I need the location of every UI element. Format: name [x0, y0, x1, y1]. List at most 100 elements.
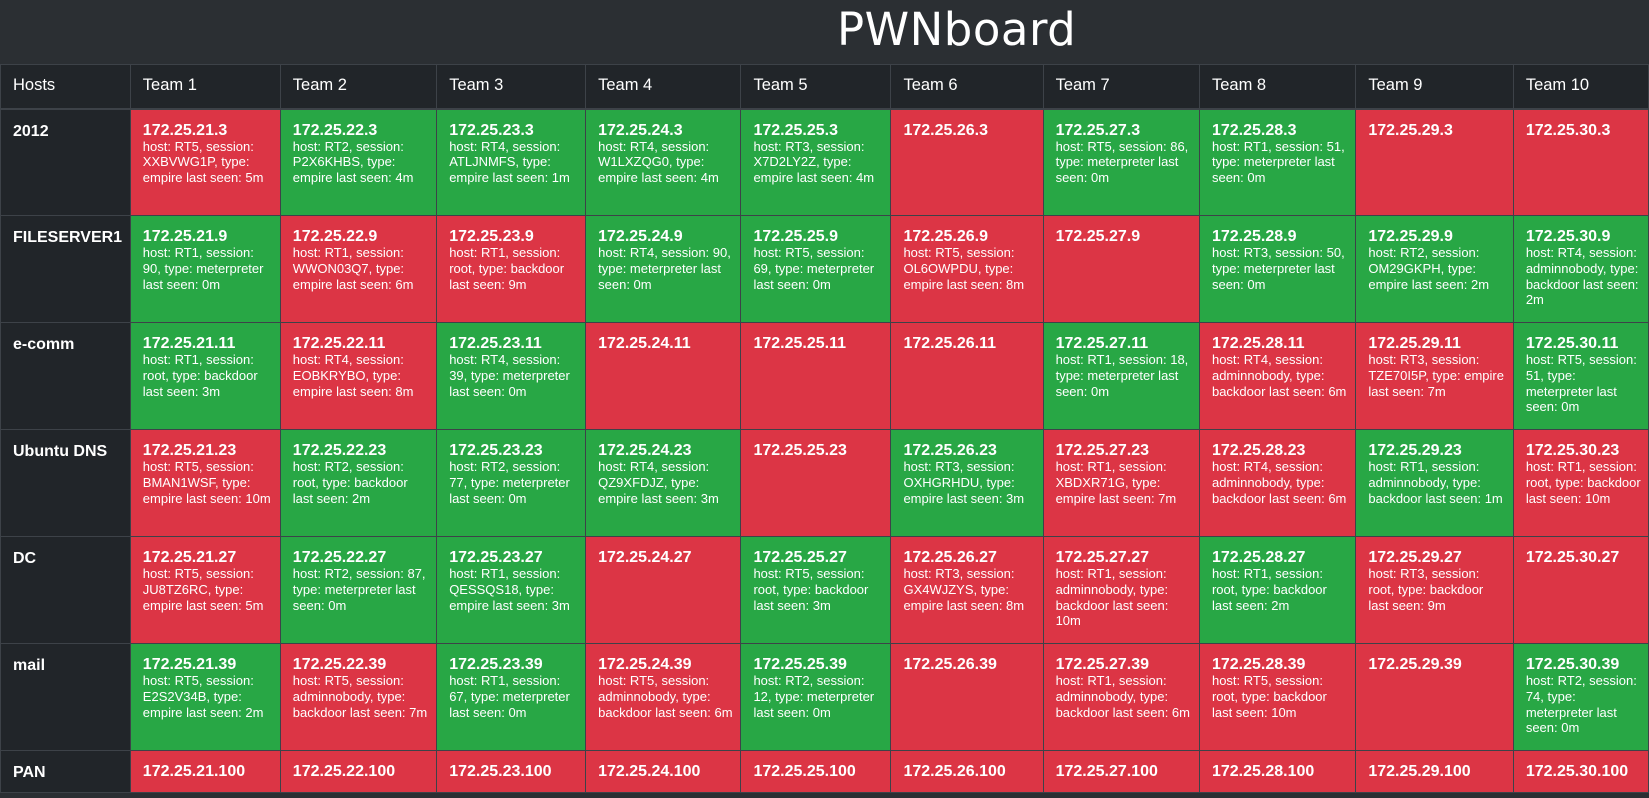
host-ip: 172.25.29.100: [1368, 763, 1471, 780]
host-ip: 172.25.29.11: [1368, 335, 1461, 352]
host-ip: 172.25.28.23: [1211, 442, 1306, 459]
host-cell[interactable]: 172.25.25.100: [740, 750, 892, 793]
host-ip: 172.25.27.11: [1055, 335, 1149, 352]
host-cell[interactable]: 172.25.25.23: [740, 429, 892, 537]
host-cell[interactable]: 172.25.21.100: [129, 750, 281, 793]
host-cell[interactable]: 172.25.22.27 host: RT2, session: 87, type…: [279, 536, 438, 644]
host-cell[interactable]: 172.25.26.11: [890, 322, 1044, 430]
host-cell[interactable]: 172.25.21.11 host: RT1, session: root, ty…: [129, 322, 281, 430]
host-cell[interactable]: 172.25.23.39 host: RT1, session: 67, type…: [436, 643, 587, 751]
host-cell[interactable]: 172.25.22.9 host: RT1, session: WWON03Q7,…: [279, 215, 438, 323]
host-cell[interactable]: 172.25.23.3 host: RT4, session: ATLJNMFS,…: [436, 108, 587, 216]
host-cell[interactable]: 172.25.24.11: [585, 322, 742, 430]
host-cell[interactable]: 172.25.29.3: [1355, 108, 1514, 216]
host-cell[interactable]: 172.25.24.100: [585, 750, 742, 793]
session-info: host: RT5, session: adminnobody, type: b…: [292, 673, 428, 720]
host-cell[interactable]: 172.25.30.27: [1512, 536, 1649, 644]
host-ip: 172.25.27.9: [1055, 228, 1141, 245]
host-cell[interactable]: 172.25.28.39 host: RT5, session: root, ty…: [1198, 643, 1357, 751]
column-header-team: Team 8: [1198, 64, 1357, 110]
host-cell[interactable]: 172.25.24.3 host: RT4, session: W1LXZQG0,…: [585, 108, 742, 216]
host-cell[interactable]: 172.25.25.39 host: RT2, session: 12, type…: [740, 643, 892, 751]
host-cell[interactable]: 172.25.28.11 host: RT4, session: adminnob…: [1198, 322, 1357, 430]
host-cell[interactable]: 172.25.27.27 host: RT1, session: adminnob…: [1042, 536, 1200, 644]
host-cell[interactable]: 172.25.30.9 host: RT4, session: adminnobo…: [1512, 215, 1649, 323]
host-cell[interactable]: 172.25.22.23 host: RT2, session: root, ty…: [279, 429, 438, 537]
host-cell[interactable]: 172.25.26.3: [890, 108, 1044, 216]
host-cell[interactable]: 172.25.28.23 host: RT4, session: adminnob…: [1198, 429, 1357, 537]
host-ip: 172.25.25.100: [753, 763, 856, 780]
host-cell[interactable]: 172.25.26.9 host: RT5, session: OL6OWPDU,…: [890, 215, 1044, 323]
host-cell[interactable]: 172.25.24.27: [585, 536, 742, 644]
host-cell[interactable]: 172.25.28.100: [1198, 750, 1357, 793]
host-ip: 172.25.22.100: [292, 763, 396, 780]
host-cell[interactable]: 172.25.29.39: [1355, 643, 1514, 751]
session-info: host: RT2, session: 74, type: meterprete…: [1525, 673, 1637, 736]
host-cell[interactable]: 172.25.25.9 host: RT5, session: 69, type:…: [740, 215, 892, 323]
session-info: host: RT5, session: E2S2V34B, type: empi…: [142, 673, 264, 720]
host-cell[interactable]: 172.25.23.9 host: RT1, session: root, typ…: [436, 215, 587, 323]
session-info: host: RT2, session: 87, type: meterprete…: [292, 566, 426, 613]
host-cell[interactable]: 172.25.24.39 host: RT5, session: adminnob…: [585, 643, 742, 751]
host-cell[interactable]: 172.25.27.39 host: RT1, session: adminnob…: [1042, 643, 1200, 751]
session-info: host: RT1, session: root, type: backdoor…: [1211, 566, 1327, 613]
session-info: host: RT5, session: BMAN1WSF, type: empi…: [142, 459, 271, 506]
host-cell[interactable]: 172.25.24.23 host: RT4, session: QZ9XFDJZ…: [585, 429, 742, 537]
host-cell[interactable]: 172.25.26.27 host: RT3, session: GX4WJZYS…: [890, 536, 1044, 644]
host-cell[interactable]: 172.25.30.100: [1512, 750, 1649, 793]
column-header-team: Team 1: [129, 64, 281, 110]
host-cell[interactable]: 172.25.22.39 host: RT5, session: adminnob…: [279, 643, 438, 751]
session-info: host: RT4, session: W1LXZQG0, type: empi…: [598, 138, 719, 186]
host-ip: 172.25.25.9: [753, 228, 838, 245]
host-cell[interactable]: 172.25.22.100: [279, 750, 438, 793]
host-cell[interactable]: 172.25.29.11 host: RT3, session: TZE70I5P…: [1355, 322, 1514, 430]
host-cell[interactable]: 172.25.30.11 host: RT5, session: 51, type…: [1512, 322, 1649, 430]
host-ip: 172.25.23.39: [449, 656, 543, 673]
host-cell[interactable]: 172.25.25.27 host: RT5, session: root, ty…: [740, 536, 892, 644]
host-cell[interactable]: 172.25.21.23 host: RT5, session: BMAN1WSF…: [129, 429, 281, 537]
host-cell[interactable]: 172.25.30.39 host: RT2, session: 74, type…: [1512, 643, 1649, 751]
host-cell[interactable]: 172.25.23.11 host: RT4, session: 39, type…: [436, 322, 587, 430]
host-name: 2012: [0, 108, 131, 216]
host-cell[interactable]: 172.25.23.27 host: RT1, session: QESSQS18…: [436, 536, 587, 644]
host-cell[interactable]: 172.25.29.100: [1355, 750, 1514, 793]
host-ip: 172.25.26.23: [903, 442, 997, 459]
column-header-team: Team 2: [279, 64, 438, 110]
host-cell[interactable]: 172.25.24.9 host: RT4, session: 90, type:…: [585, 215, 742, 323]
host-cell[interactable]: 172.25.23.100: [436, 750, 587, 793]
host-cell[interactable]: 172.25.29.9 host: RT2, session: OM29GKPH,…: [1355, 215, 1514, 323]
host-ip: 172.25.30.9: [1525, 228, 1611, 245]
pwnboard-table: Hosts Team 1 Team 2 Team 3 Team 4 Team 5 Team …: [0, 64, 1649, 793]
host-cell[interactable]: 172.25.25.11: [740, 322, 892, 430]
host-ip: 172.25.29.23: [1368, 442, 1462, 459]
host-cell[interactable]: 172.25.27.3 host: RT5, session: 86, type:…: [1042, 108, 1200, 216]
host-cell[interactable]: 172.25.26.100: [890, 750, 1044, 793]
host-cell[interactable]: 172.25.30.23 host: RT1, session: root, ty…: [1512, 429, 1649, 537]
host-cell[interactable]: 172.25.27.11 host: RT1, session: 18, type…: [1042, 322, 1200, 430]
host-cell[interactable]: 172.25.21.39 host: RT5, session: E2S2V34B…: [129, 643, 281, 751]
host-cell[interactable]: 172.25.26.39: [890, 643, 1044, 751]
host-ip: 172.25.25.23: [753, 442, 847, 459]
host-cell[interactable]: 172.25.27.23 host: RT1, session: XBDXR71G…: [1042, 429, 1200, 537]
host-cell[interactable]: 172.25.29.27 host: RT3, session: root, ty…: [1355, 536, 1514, 644]
host-cell[interactable]: 172.25.29.23 host: RT1, session: adminnob…: [1355, 429, 1514, 537]
host-cell[interactable]: 172.25.27.100: [1042, 750, 1200, 793]
session-info: host: RT4, session: QZ9XFDJZ, type: empi…: [598, 459, 719, 506]
host-cell[interactable]: 172.25.28.3 host: RT1, session: 51, type:…: [1198, 108, 1357, 216]
host-cell[interactable]: 172.25.26.23 host: RT3, session: OXHGRHDU…: [890, 429, 1044, 537]
host-cell[interactable]: 172.25.23.23 host: RT2, session: 77, type…: [436, 429, 587, 537]
host-cell[interactable]: 172.25.22.11 host: RT4, session: EOBKRYBO…: [279, 322, 438, 430]
host-cell[interactable]: 172.25.21.3 host: RT5, session: XXBVWG1P,…: [129, 108, 281, 216]
host-cell[interactable]: 172.25.30.3: [1512, 108, 1649, 216]
host-ip: 172.25.30.23: [1525, 442, 1620, 459]
host-cell[interactable]: 172.25.28.9 host: RT3, session: 50, type:…: [1198, 215, 1357, 323]
host-ip: 172.25.26.3: [903, 121, 988, 139]
host-cell[interactable]: 172.25.21.9 host: RT1, session: 90, type:…: [129, 215, 281, 323]
host-cell[interactable]: 172.25.25.3 host: RT3, session: X7D2LY2Z,…: [740, 108, 892, 216]
host-ip: 172.25.25.3: [753, 121, 838, 139]
host-cell[interactable]: 172.25.28.27 host: RT1, session: root, ty…: [1198, 536, 1357, 644]
host-cell[interactable]: 172.25.21.27 host: RT5, session: JU8TZ6RC…: [129, 536, 281, 644]
session-info: host: RT1, session: adminnobody, type: b…: [1055, 566, 1169, 629]
host-cell[interactable]: 172.25.27.9: [1042, 215, 1200, 323]
host-cell[interactable]: 172.25.22.3 host: RT2, session: P2X6KHBS,…: [279, 108, 438, 216]
